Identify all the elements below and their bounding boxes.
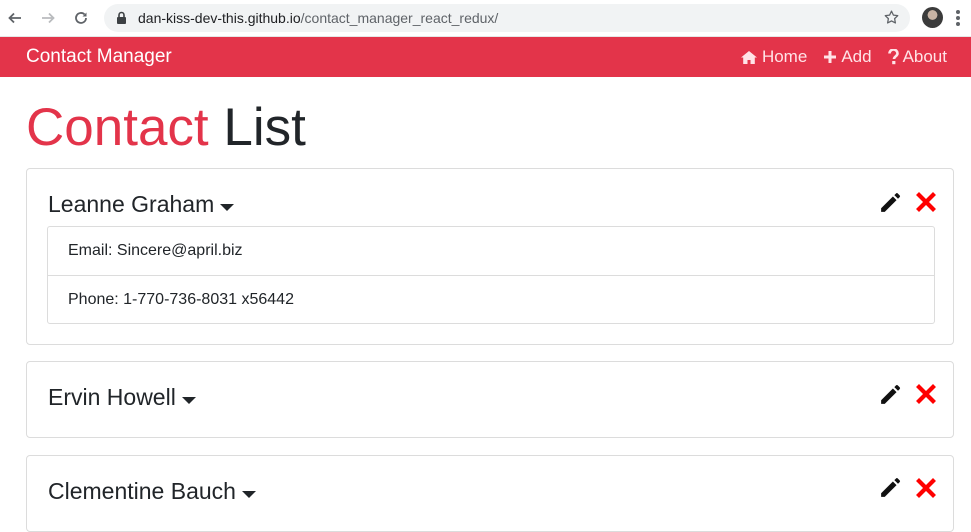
caret-down-icon[interactable]	[220, 203, 235, 211]
contact-card: Leanne Graham Email: Sincere@april.biz P…	[26, 168, 954, 345]
url-path: /contact_manager_react_redux/	[300, 10, 499, 26]
page-title: Contact List	[26, 96, 306, 160]
forward-arrow-icon[interactable]	[37, 7, 59, 29]
bookmark-star-icon[interactable]	[883, 9, 900, 31]
browser-menu-icon[interactable]	[951, 9, 965, 27]
plus-icon	[823, 50, 837, 64]
url-host: dan-kiss-dev-this.github.io	[138, 10, 301, 26]
delete-x-icon[interactable]	[916, 384, 936, 409]
contact-name-toggle[interactable]: Clementine Bauch	[48, 477, 256, 505]
contact-name-toggle[interactable]: Ervin Howell	[48, 383, 196, 411]
address-bar[interactable]: dan-kiss-dev-this.github.io/contact_mana…	[104, 4, 910, 32]
home-icon	[740, 50, 758, 65]
app-navbar: Contact Manager Home Add About	[0, 37, 971, 77]
contact-details-list: Email: Sincere@april.biz Phone: 1-770-73…	[47, 226, 935, 324]
delete-x-icon[interactable]	[916, 192, 936, 217]
question-icon	[887, 49, 899, 65]
page-title-rest: List	[223, 98, 306, 157]
nav-link-add[interactable]: Add	[823, 47, 872, 67]
reload-icon[interactable]	[70, 7, 92, 29]
browser-toolbar: dan-kiss-dev-this.github.io/contact_mana…	[0, 0, 971, 37]
lock-icon	[116, 11, 127, 30]
back-arrow-icon[interactable]	[4, 7, 26, 29]
nav-link-home[interactable]: Home	[740, 47, 807, 67]
contact-name: Clementine Bauch	[48, 478, 236, 504]
contact-name-toggle[interactable]: Leanne Graham	[48, 190, 235, 218]
contact-name: Ervin Howell	[48, 384, 176, 410]
contact-name: Leanne Graham	[48, 191, 215, 217]
contact-email: Email: Sincere@april.biz	[68, 242, 243, 259]
contact-phone: Phone: 1-770-736-8031 x56442	[48, 275, 934, 323]
page-title-accent: Contact	[26, 98, 209, 157]
caret-down-icon[interactable]	[241, 490, 256, 498]
nav-link-about-label: About	[902, 47, 947, 66]
nav-links: Home Add About	[740, 47, 947, 67]
brand-link[interactable]: Contact Manager	[26, 47, 172, 67]
contact-card: Clementine Bauch	[26, 455, 954, 532]
nav-link-about[interactable]: About	[887, 47, 947, 67]
delete-x-icon[interactable]	[916, 478, 936, 503]
pencil-icon[interactable]	[878, 190, 903, 220]
pencil-icon[interactable]	[878, 475, 903, 505]
url-text: dan-kiss-dev-this.github.io/contact_mana…	[138, 10, 498, 26]
profile-avatar[interactable]	[922, 7, 943, 28]
nav-link-add-label: Add	[841, 47, 872, 66]
nav-link-home-label: Home	[761, 47, 808, 66]
caret-down-icon[interactable]	[181, 396, 196, 404]
pencil-icon[interactable]	[878, 382, 903, 412]
contact-card: Ervin Howell	[26, 361, 954, 438]
